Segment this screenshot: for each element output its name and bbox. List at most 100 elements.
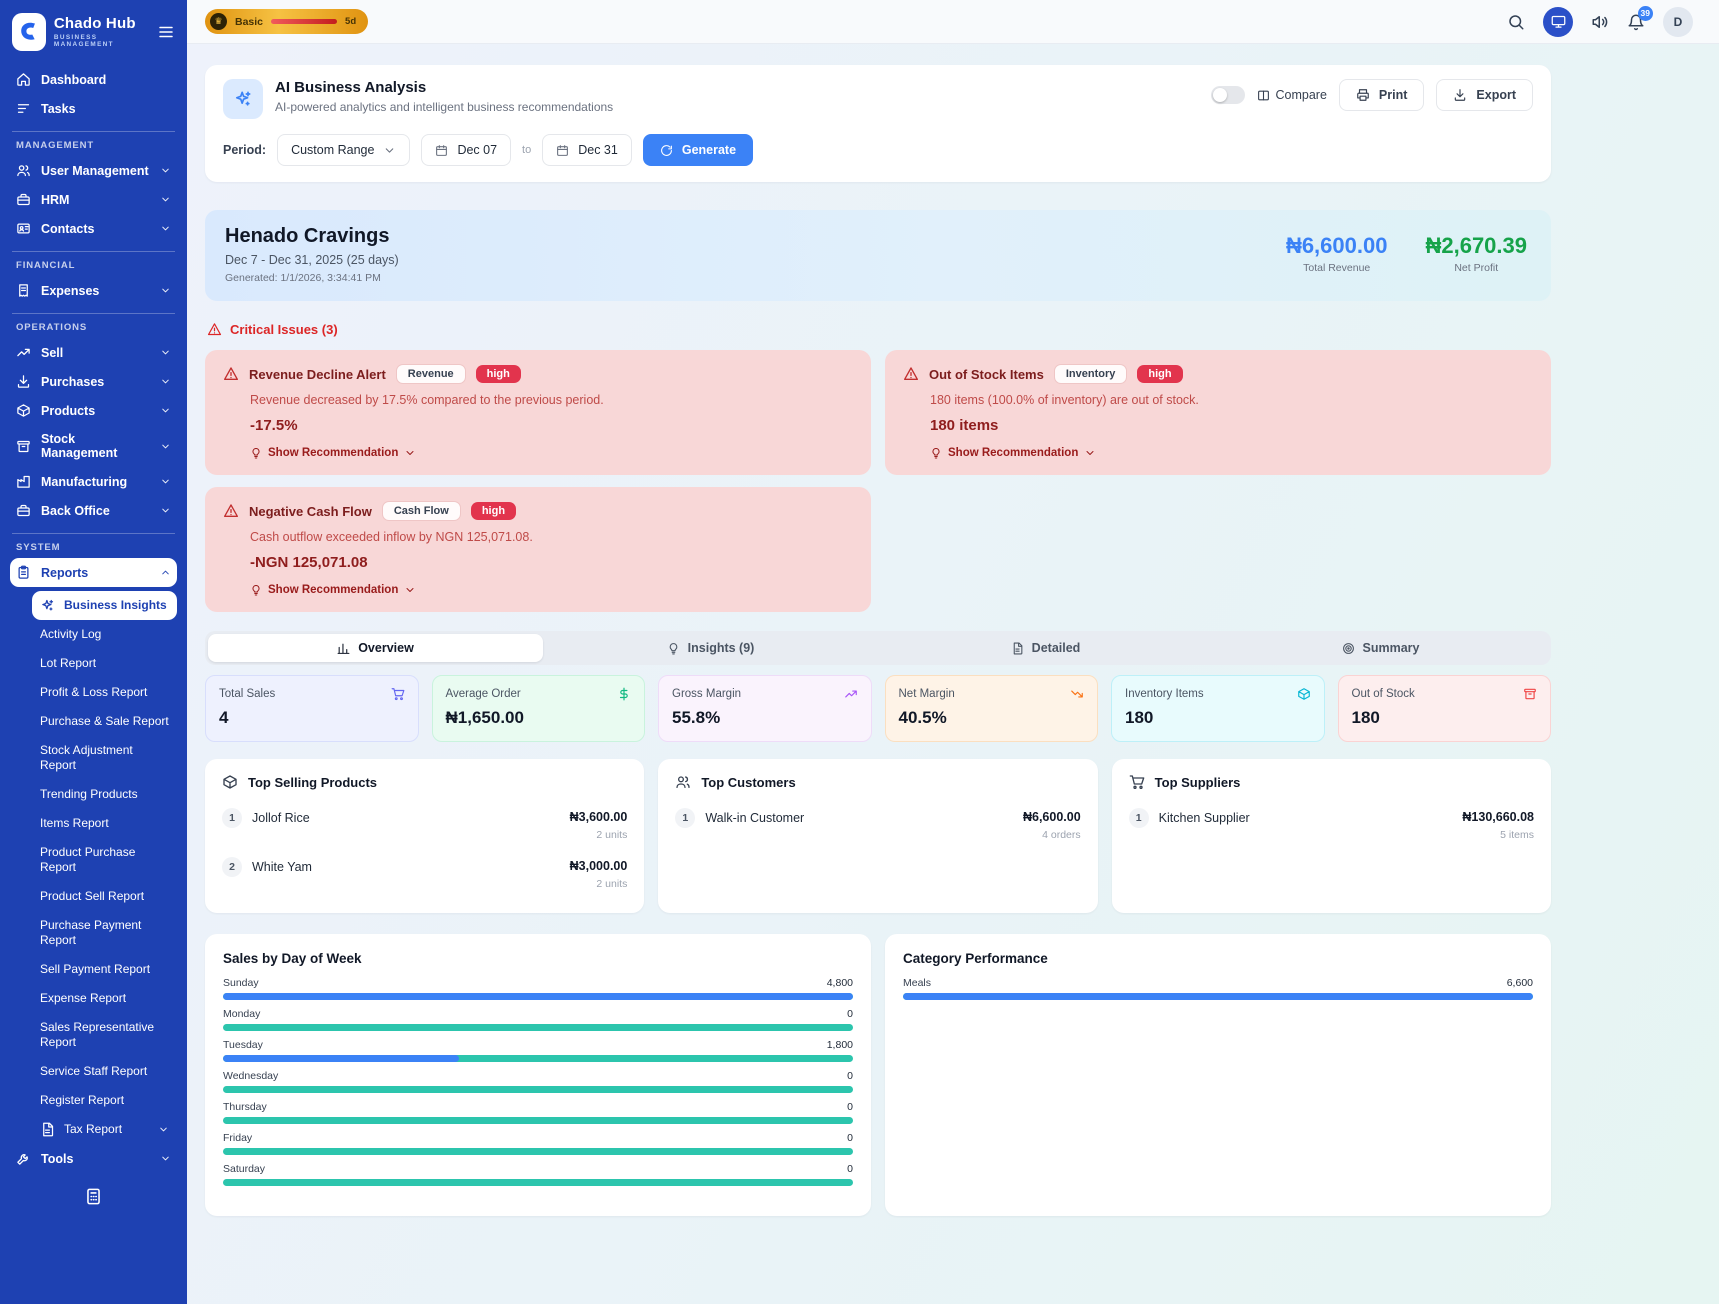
- divider: [12, 313, 175, 314]
- hamburger-menu-icon[interactable]: [157, 23, 175, 41]
- section-operations: OPERATIONS: [16, 322, 171, 333]
- sidebar: Chado Hub BUSINESS MANAGEMENT Dashboard …: [0, 0, 187, 1304]
- user-avatar[interactable]: D: [1663, 7, 1693, 37]
- bar-fill: [223, 1055, 459, 1062]
- lightbulb-icon: [250, 447, 262, 459]
- sidebar-item-dashboard[interactable]: Dashboard: [10, 65, 177, 94]
- tab-overview[interactable]: Overview: [208, 634, 543, 662]
- alert-triangle-icon: [207, 322, 222, 337]
- topbar-actions: 39 D: [1507, 7, 1693, 37]
- sidebar-item-back-office[interactable]: Back Office: [10, 496, 177, 525]
- bar-track: [223, 1179, 853, 1186]
- net-profit-metric: ₦2,670.39 Net Profit: [1425, 233, 1527, 284]
- sidebar-item-stock-management[interactable]: Stock Management: [10, 425, 177, 467]
- sidebar-item-purchases[interactable]: Purchases: [10, 367, 177, 396]
- factory-icon: [16, 474, 31, 489]
- show-recommendation-button[interactable]: Show Recommendation: [250, 447, 853, 459]
- period-range-select[interactable]: Custom Range: [277, 134, 410, 166]
- app-tagline: BUSINESS MANAGEMENT: [54, 34, 149, 48]
- cart-icon: [1129, 774, 1145, 790]
- reports-submenu: Business Insights Activity Log Lot Repor…: [10, 587, 177, 1144]
- subitem-service-staff-report[interactable]: Service Staff Report: [32, 1057, 177, 1086]
- sidebar-item-products[interactable]: Products: [10, 396, 177, 425]
- sidebar-item-reports[interactable]: Reports: [10, 558, 177, 587]
- bar-track: [223, 1086, 853, 1093]
- subitem-trending-products[interactable]: Trending Products: [32, 780, 177, 809]
- date-to-input[interactable]: Dec 31: [542, 134, 632, 166]
- printer-icon: [1356, 88, 1370, 102]
- dollar-icon: [617, 687, 631, 701]
- subitem-register-report[interactable]: Register Report: [32, 1086, 177, 1115]
- tab-detailed[interactable]: Detailed: [878, 634, 1213, 662]
- sound-icon[interactable]: [1591, 13, 1609, 31]
- subitem-purchase-sale-report[interactable]: Purchase & Sale Report: [32, 707, 177, 736]
- subitem-activity-log[interactable]: Activity Log: [32, 620, 177, 649]
- subitem-sell-payment-report[interactable]: Sell Payment Report: [32, 955, 177, 984]
- chevron-down-icon: [160, 476, 171, 487]
- subitem-product-sell-report[interactable]: Product Sell Report: [32, 882, 177, 911]
- bar-track: [223, 1024, 853, 1031]
- plan-label: Basic: [235, 16, 263, 28]
- subitem-profit-loss-report[interactable]: Profit & Loss Report: [32, 678, 177, 707]
- subitem-stock-adjustment-report[interactable]: Stock Adjustment Report: [32, 736, 177, 780]
- subitem-lot-report[interactable]: Lot Report: [32, 649, 177, 678]
- plan-badge[interactable]: ♛ Basic 5d: [205, 9, 368, 34]
- chevron-down-icon: [160, 505, 171, 516]
- calculator-icon[interactable]: [84, 1187, 103, 1206]
- date-from-input[interactable]: Dec 07: [421, 134, 511, 166]
- sidebar-item-manufacturing[interactable]: Manufacturing: [10, 467, 177, 496]
- category-tag: Revenue: [396, 364, 466, 384]
- chevron-down-icon: [160, 285, 171, 296]
- sidebar-item-hrm[interactable]: HRM: [10, 185, 177, 214]
- monitor-icon: [1551, 14, 1566, 29]
- subitem-product-purchase-report[interactable]: Product Purchase Report: [32, 838, 177, 882]
- sidebar-item-user-management[interactable]: User Management: [10, 156, 177, 185]
- box-icon: [16, 403, 31, 418]
- sidebar-item-tasks[interactable]: Tasks: [10, 94, 177, 123]
- sidebar-item-label: Tasks: [41, 102, 76, 116]
- tax-file-icon: [40, 1122, 55, 1137]
- pos-terminal-button[interactable]: [1543, 7, 1573, 37]
- print-button[interactable]: Print: [1339, 79, 1424, 111]
- chevron-up-icon: [160, 567, 171, 578]
- export-button[interactable]: Export: [1436, 79, 1533, 111]
- subitem-sales-representative-report[interactable]: Sales Representative Report: [32, 1013, 177, 1057]
- period-label: Period:: [223, 143, 266, 157]
- calendar-icon: [435, 144, 448, 157]
- archive-icon: [16, 439, 31, 454]
- alert-triangle-icon: [903, 366, 919, 382]
- subitem-purchase-payment-report[interactable]: Purchase Payment Report: [32, 911, 177, 955]
- compare-toggle[interactable]: [1211, 86, 1245, 104]
- list-item: 1 Jollof Rice ₦3,600.002 units: [222, 800, 627, 849]
- rank-badge: 2: [222, 857, 242, 877]
- subitem-tax-report[interactable]: Tax Report: [32, 1115, 177, 1144]
- subitem-business-insights[interactable]: Business Insights: [32, 591, 177, 620]
- tasks-icon: [16, 101, 31, 116]
- severity-badge: high: [1137, 365, 1182, 383]
- tab-summary[interactable]: Summary: [1213, 634, 1548, 662]
- stat-cards: Total Sales 4 Average Order ₦1,650.00 Gr…: [205, 675, 1551, 742]
- show-recommendation-button[interactable]: Show Recommendation: [250, 584, 853, 596]
- subitem-items-report[interactable]: Items Report: [32, 809, 177, 838]
- trend-up-icon: [844, 687, 858, 701]
- sidebar-item-tools[interactable]: Tools: [10, 1144, 177, 1173]
- sidebar-item-expenses[interactable]: Expenses: [10, 276, 177, 305]
- notifications-button[interactable]: 39: [1627, 13, 1645, 31]
- generate-button[interactable]: Generate: [643, 134, 753, 166]
- show-recommendation-button[interactable]: Show Recommendation: [930, 447, 1533, 459]
- report-tabs: Overview Insights (9) Detailed Summary: [205, 631, 1551, 665]
- chart-bar-row: Sunday4,800: [223, 977, 853, 1000]
- tab-insights[interactable]: Insights (9): [543, 634, 878, 662]
- package-icon: [222, 774, 238, 790]
- severity-badge: high: [471, 502, 516, 520]
- sidebar-item-contacts[interactable]: Contacts: [10, 214, 177, 243]
- stat-inventory-items: Inventory Items 180: [1111, 675, 1325, 742]
- wrench-icon: [16, 1151, 31, 1166]
- subitem-expense-report[interactable]: Expense Report: [32, 984, 177, 1013]
- top-suppliers-card: Top Suppliers 1 Kitchen Supplier ₦130,66…: [1112, 759, 1551, 913]
- sidebar-item-sell[interactable]: Sell: [10, 338, 177, 367]
- critical-card-negative-cash-flow: Negative Cash Flow Cash Flow high Cash o…: [205, 487, 871, 612]
- search-icon[interactable]: [1507, 13, 1525, 31]
- calendar-icon: [556, 144, 569, 157]
- total-revenue-metric: ₦6,600.00 Total Revenue: [1286, 233, 1388, 284]
